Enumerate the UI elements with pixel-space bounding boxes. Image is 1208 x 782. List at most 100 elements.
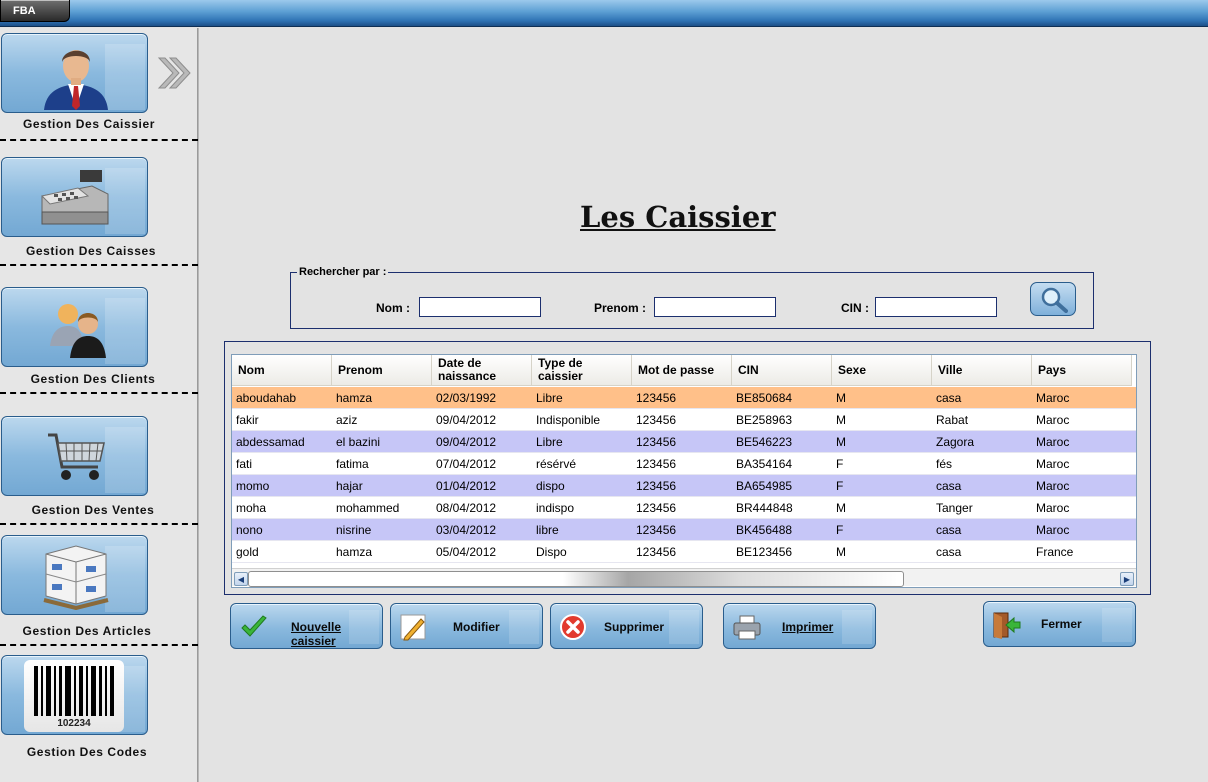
table-cell: 123456 [636,390,677,405]
column-header[interactable]: Sexe [832,355,932,385]
sidebar-item-caisses[interactable] [1,157,148,237]
scroll-left-icon[interactable]: ◀ [234,572,248,586]
column-header[interactable]: Date de naissance [432,355,532,385]
column-header[interactable]: Prenom [332,355,432,385]
table-cell: 123456 [636,456,677,471]
table-row[interactable]: aboudahab hamza 02/03/1992 Libre 123456 BE850… [232,387,1136,409]
search-legend: Rechercher par : [297,266,389,278]
table-cell: mohammed [336,500,400,515]
divider [0,523,198,525]
shopping-cart-icon [48,433,105,480]
table-cell: BA354164 [736,456,793,471]
app-tab[interactable]: FBA [0,0,70,22]
page-title: Les Caissier [580,200,776,234]
sidebar-item-ventes[interactable] [1,416,148,496]
table-cell: hamza [336,544,373,559]
table-cell: BE123456 [736,544,793,559]
sidebar-item-caissier[interactable] [1,33,148,113]
table-row[interactable]: gold hamza 05/04/2012 Dispo 123456 BE123456 Mc… [232,541,1136,563]
table-cell: M [836,412,846,427]
button-label: Modifier [453,620,500,634]
modifier-button[interactable]: Modifier [390,603,543,649]
title-bar: FBA [0,0,1208,27]
nom-input[interactable] [419,297,541,317]
table-cell: Indisponible [536,412,601,427]
pencil-icon [400,614,426,641]
table-header: Nom Prenom Date de naissance Type de cai… [232,355,1132,386]
supprimer-button[interactable]: Supprimer [550,603,703,649]
sidebar-item-label: Gestion Des Caissier [22,117,156,131]
scroll-right-icon[interactable]: ▶ [1120,572,1134,586]
table-cell: Libre [536,390,563,405]
table-body: aboudahab hamza 02/03/1992 Libre 123456 BE850… [232,387,1136,563]
table-cell: Maroc [1036,500,1070,515]
table-row[interactable]: momo hajar 01/04/2012 dispo 123456 BA654985 Fc… [232,475,1136,497]
table-cell: résérvé [536,456,577,471]
column-header[interactable]: Nom [232,355,332,385]
table-cell: fakir [236,412,259,427]
table-cell: M [836,544,846,559]
caissier-table[interactable]: Nom Prenom Date de naissance Type de cai… [231,354,1137,588]
table-cell: fatima [336,456,369,471]
table-cell: F [836,522,844,537]
table-cell: casa [936,544,962,559]
boxes-pallet-icon [43,545,109,610]
table-row[interactable]: nono nisrine 03/04/2012 libre 123456 BK456488… [232,519,1136,541]
table-cell: Maroc [1036,522,1070,537]
delete-x-icon [560,614,586,640]
sidebar-item-clients[interactable] [1,287,148,367]
table-cell: 01/04/2012 [436,478,497,493]
cin-label: CIN : [841,301,869,315]
column-header[interactable]: Type de caissier [532,355,632,385]
cash-register-icon [41,170,109,225]
table-cell: 09/04/2012 [436,434,497,449]
clients-people-icon [50,304,106,358]
table-cell: Maroc [1036,390,1070,405]
column-header[interactable]: Pays [1032,355,1132,385]
expand-arrows-icon[interactable] [156,56,192,90]
table-row[interactable]: fati fatima 07/04/2012 résérvé 123456 BA35416… [232,453,1136,475]
table-cell: BE850684 [736,390,793,405]
sidebar-item-articles[interactable] [1,535,148,615]
fermer-button[interactable]: Fermer [983,601,1136,647]
table-cell: 123456 [636,544,677,559]
prenom-label: Prenom : [594,301,647,315]
table-cell: Maroc [1036,434,1070,449]
table-cell: libre [536,522,559,537]
table-row[interactable]: moha mohammed 08/04/2012 indispo 123456 BR444… [232,497,1136,519]
table-cell: 123456 [636,434,677,449]
imprimer-button[interactable]: Imprimer [723,603,876,649]
table-cell: F [836,478,844,493]
table-cell: France [1036,544,1074,559]
horizontal-scrollbar[interactable]: ◀ ▶ [232,568,1136,587]
table-cell: BE258963 [736,412,793,427]
column-header[interactable]: Mot de passe [632,355,732,385]
table-cell: abdessamad [236,434,305,449]
table-cell: Rabat [936,412,969,427]
button-label: Nouvelle caissier [291,620,342,648]
sidebar-item-label: Gestion Des Codes [26,745,148,759]
barcode-number: 102234 [57,718,91,729]
search-button[interactable] [1030,282,1076,316]
table-cell: aboudahab [236,390,297,405]
table-cell: casa [936,478,962,493]
prenom-input[interactable] [654,297,776,317]
table-cell: 08/04/2012 [436,500,497,515]
nouvelle-caissier-button[interactable]: Nouvelle caissier [230,603,383,649]
cin-input[interactable] [875,297,997,317]
scrollbar-thumb[interactable] [248,571,904,587]
table-cell: Maroc [1036,456,1070,471]
caissier-table-panel: Nom Prenom Date de naissance Type de cai… [224,341,1151,595]
column-header[interactable]: CIN [732,355,832,385]
check-icon [241,615,267,637]
column-header[interactable]: Ville [932,355,1032,385]
table-cell: 05/04/2012 [436,544,497,559]
table-cell: BK456488 [736,522,793,537]
table-row[interactable]: fakir aziz 09/04/2012 Indisponible 123456 BE2… [232,409,1136,431]
barcode-icon: 102234 [24,660,124,732]
sidebar-item-codes[interactable]: 102234 [1,655,148,735]
table-cell: BA654985 [736,478,793,493]
table-cell: M [836,390,846,405]
table-row[interactable]: abdessamad el bazini 09/04/2012 Libre 123456… [232,431,1136,453]
divider [0,139,198,141]
